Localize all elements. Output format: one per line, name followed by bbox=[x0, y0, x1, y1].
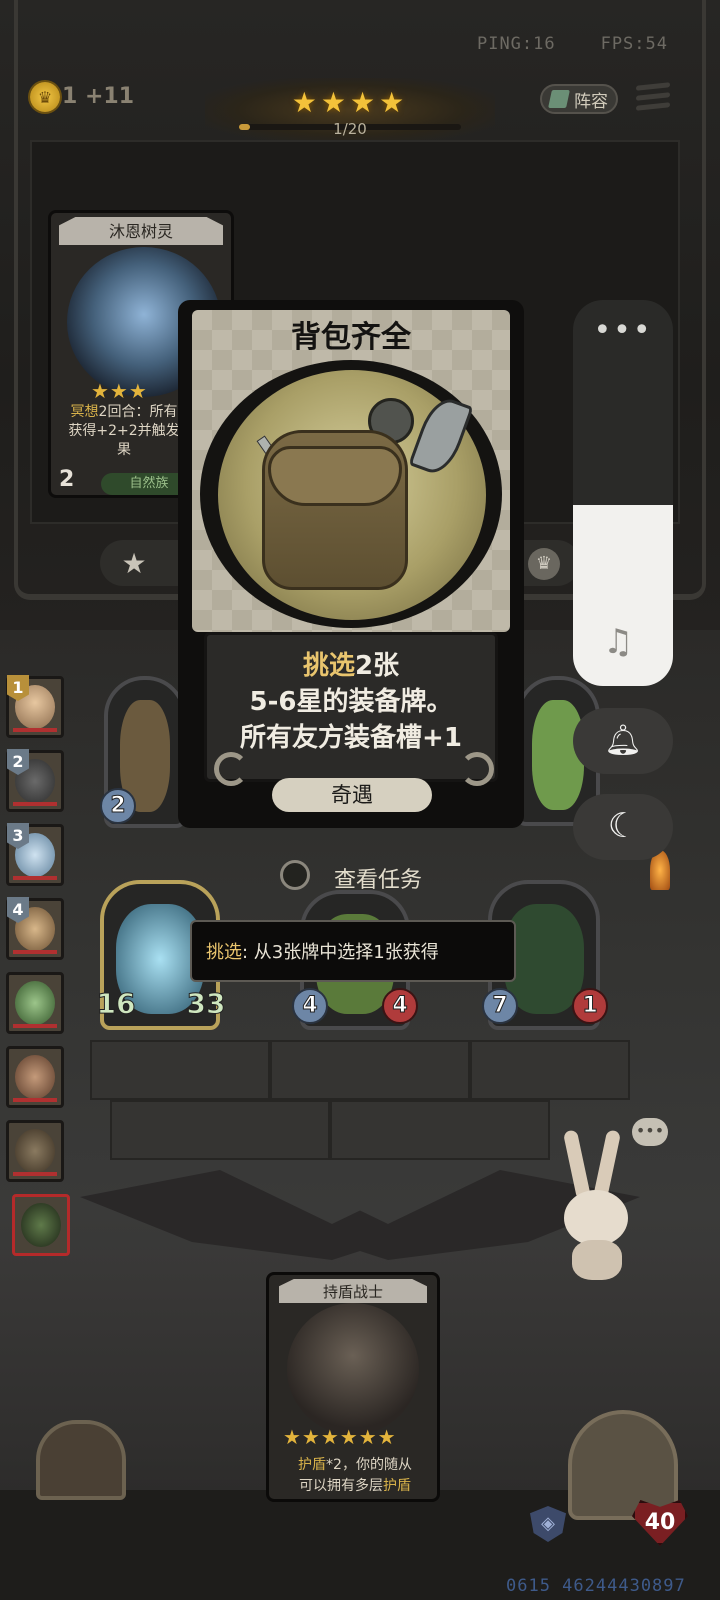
sidebar-player[interactable]: 4 bbox=[6, 897, 64, 960]
progress-text: 1/20 bbox=[333, 120, 367, 138]
hero-card-stars: ★★★★★★ bbox=[283, 1425, 397, 1449]
coin-count: 1 +11 bbox=[62, 84, 135, 109]
minion-attack: 4 bbox=[292, 988, 328, 1024]
menu-button[interactable] bbox=[636, 82, 670, 114]
minion-attack: 2 bbox=[100, 788, 136, 824]
sidebar-player[interactable]: 3 bbox=[6, 823, 64, 886]
chat-bubble-icon[interactable]: ••• bbox=[632, 1118, 668, 1146]
hero-card-desc: 护盾*2，你的随从 可以拥有多层护盾 bbox=[298, 1457, 412, 1494]
keyword-tooltip: 挑选: 从3张牌中选择1张获得 bbox=[190, 920, 516, 982]
progress-stars: ★★★★ bbox=[291, 86, 409, 119]
quest-label[interactable]: 查看任务 bbox=[334, 862, 422, 894]
ping-text: PING:16 bbox=[476, 34, 556, 54]
swirl-ornament bbox=[214, 752, 248, 786]
bell-icon[interactable]: 🔔︎ bbox=[573, 708, 673, 774]
session-id: 0615 46244430897 bbox=[506, 1576, 686, 1596]
fps-text: FPS:54 bbox=[600, 34, 668, 54]
quest-radio[interactable] bbox=[280, 860, 310, 890]
upgrade-star-icon[interactable]: ★ bbox=[114, 544, 154, 584]
wall-brick bbox=[330, 1100, 550, 1160]
wall-brick bbox=[90, 1040, 270, 1100]
sidebar-player[interactable] bbox=[6, 972, 64, 1034]
moon-icon[interactable]: ☾ bbox=[573, 794, 673, 860]
music-note-icon: ♫ bbox=[603, 622, 634, 662]
wall-brick bbox=[270, 1040, 470, 1100]
sidebar-player-self[interactable] bbox=[12, 1194, 70, 1256]
bunny-mascot[interactable] bbox=[560, 1129, 632, 1280]
minion-health: 1 bbox=[572, 988, 608, 1024]
backpack-flap bbox=[268, 446, 402, 506]
sidebar-player[interactable] bbox=[6, 1046, 64, 1108]
wall-brick bbox=[110, 1100, 330, 1160]
network-status: PING:16 FPS:54 bbox=[477, 34, 668, 54]
volume-slider[interactable]: ••• ♫ bbox=[573, 300, 673, 686]
event-card-tag: 奇遇 bbox=[272, 778, 432, 812]
shop-card-tier: 2 bbox=[59, 467, 75, 492]
minion-attack: 16 bbox=[96, 987, 136, 1020]
round-progress-panel: ★★★★ 1/20 bbox=[205, 78, 495, 142]
minion-health: 33 bbox=[186, 987, 226, 1020]
lineup-card-icon bbox=[548, 90, 570, 108]
hero-card-art bbox=[287, 1303, 419, 1435]
hero-power-card[interactable]: 持盾战士 ★★★★★★ 护盾*2，你的随从 可以拥有多层护盾 bbox=[266, 1272, 440, 1502]
hero-card-name: 持盾战士 bbox=[279, 1279, 427, 1303]
shop-card-stars: ★★★ bbox=[91, 379, 148, 403]
shop-card-desc: 冥想2回合：所有 获得+2+2并触发果 bbox=[68, 404, 180, 458]
more-dots-icon[interactable]: ••• bbox=[573, 316, 673, 346]
player-hero-portrait[interactable] bbox=[568, 1410, 678, 1520]
minion-health: 4 bbox=[382, 988, 418, 1024]
refresh-icon[interactable]: ♛ bbox=[528, 548, 560, 580]
swirl-ornament bbox=[460, 752, 494, 786]
wall-brick bbox=[470, 1040, 630, 1100]
crown-coin-icon: ♛ bbox=[30, 82, 60, 112]
lineup-label: 阵容 bbox=[574, 91, 608, 112]
minion-attack: 7 bbox=[482, 988, 518, 1024]
shop-card-name: 沐恩树灵 bbox=[59, 217, 223, 245]
sidebar-player[interactable]: 2 bbox=[6, 749, 64, 812]
lineup-button[interactable]: 阵容 bbox=[540, 84, 618, 114]
opponent-hero-portrait[interactable] bbox=[36, 1420, 126, 1500]
event-card-title: 背包齐全 bbox=[291, 320, 411, 355]
sidebar-player[interactable] bbox=[6, 1120, 64, 1182]
event-card-desc: 挑选2张 5-6星的装备牌。 所有友方装备槽+1 bbox=[240, 651, 462, 753]
sidebar-player[interactable]: 1 bbox=[6, 675, 64, 738]
